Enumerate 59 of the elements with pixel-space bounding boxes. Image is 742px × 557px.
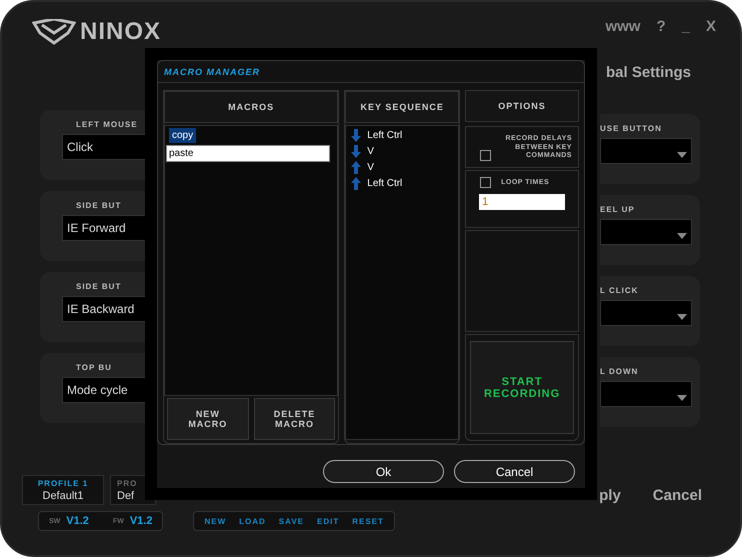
- action-button[interactable]: Cancel: [652, 487, 702, 537]
- checkbox[interactable]: [480, 177, 492, 188]
- macro-button[interactable]: NEW MACRO: [167, 398, 249, 440]
- function-dropdown[interactable]: [600, 219, 692, 245]
- button-label: USE BUTTON: [600, 124, 662, 133]
- macro-name-field[interactable]: paste: [166, 145, 330, 162]
- caret-icon: [677, 395, 687, 401]
- logo-text: NINOX: [80, 18, 162, 46]
- down-arrow-icon: [351, 129, 362, 142]
- button-label: SIDE BUT: [75, 201, 122, 210]
- menu-link[interactable]: RESET: [352, 516, 384, 526]
- caret-icon: [677, 233, 687, 239]
- menu-link[interactable]: SAVE: [278, 516, 304, 526]
- version-value: V1.2: [66, 515, 89, 527]
- function-dropdown[interactable]: IE Backward: [62, 296, 147, 322]
- loop-count-field[interactable]: 1: [479, 194, 566, 210]
- column-heading: OPTIONS: [465, 90, 579, 122]
- key-step: V: [367, 162, 374, 173]
- dialog-title: MACRO MANAGER: [158, 61, 584, 83]
- key-step: Left Ctrl: [367, 178, 402, 189]
- up-arrow-icon: [351, 161, 362, 174]
- button-label: TOP BU: [75, 363, 112, 372]
- key-step: Left Ctrl: [367, 130, 402, 141]
- function-dropdown[interactable]: Click: [62, 134, 147, 160]
- version-value: V1.2: [130, 515, 152, 527]
- up-arrow-icon: [351, 177, 362, 190]
- window-control[interactable]: ?: [656, 18, 666, 35]
- action-button[interactable]: ply: [599, 487, 621, 537]
- function-dropdown[interactable]: [600, 300, 692, 326]
- down-arrow-icon: [351, 145, 362, 158]
- caret-icon: [677, 314, 687, 320]
- window-control[interactable]: X: [706, 18, 716, 35]
- function-dropdown[interactable]: [600, 138, 692, 164]
- menu-link[interactable]: EDIT: [317, 516, 340, 526]
- dialog-button[interactable]: Ok: [323, 460, 444, 483]
- column-heading: KEY SEQUENCE: [345, 91, 460, 123]
- button-label: L DOWN: [600, 367, 638, 376]
- column-heading: MACROS: [164, 91, 338, 123]
- checkbox[interactable]: [480, 150, 492, 161]
- button-label: LEFT MOUSE: [75, 120, 138, 129]
- macro-item[interactable]: copy: [169, 128, 196, 143]
- logo-icon: [32, 19, 76, 45]
- button-label: L CLICK: [600, 286, 638, 295]
- button-label: SIDE BUT: [75, 282, 122, 291]
- window-control[interactable]: www: [605, 18, 640, 35]
- dialog-button[interactable]: Cancel: [454, 460, 575, 483]
- caret-icon: [677, 152, 687, 158]
- menu-link[interactable]: LOAD: [239, 516, 266, 526]
- window-control[interactable]: _: [682, 18, 690, 35]
- function-dropdown[interactable]: Mode cycle: [62, 377, 147, 403]
- profile-tab[interactable]: PROFILE 1 Default1: [22, 475, 104, 505]
- start-recording-button[interactable]: START RECORDING: [470, 341, 574, 434]
- key-step: V: [367, 146, 374, 157]
- function-dropdown[interactable]: IE Forward: [62, 215, 147, 241]
- tab-title[interactable]: bal Settings: [606, 64, 700, 81]
- macro-button[interactable]: DELETE MACRO: [254, 398, 336, 440]
- button-label: EEL UP: [600, 205, 635, 214]
- menu-link[interactable]: NEW: [204, 516, 226, 526]
- function-dropdown[interactable]: [600, 381, 692, 407]
